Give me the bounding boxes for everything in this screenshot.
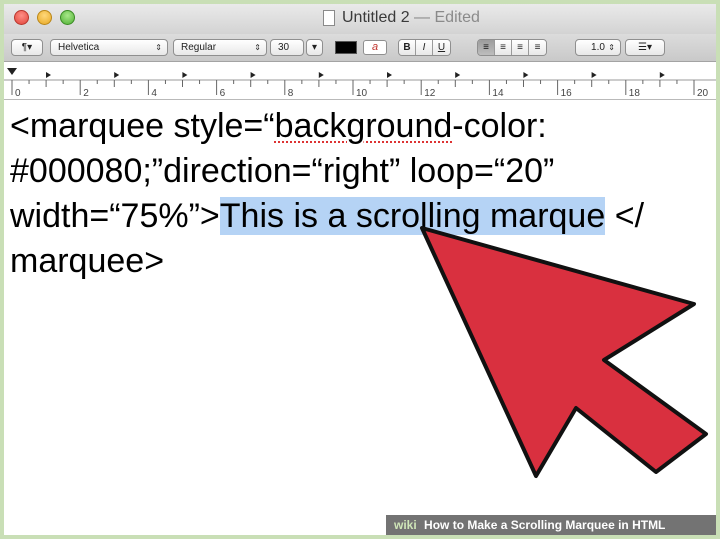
list-style-button[interactable]: ☰▾ [625,39,665,56]
ruler-label: 16 [561,88,573,99]
font-family-value: Helvetica [58,42,100,53]
text-run: <marquee style=“ [10,107,275,145]
ruler-label: 14 [492,88,504,99]
misspelled-word: background [274,107,453,145]
font-size-input[interactable]: 30 [270,39,304,56]
minimize-window-button[interactable] [37,10,52,25]
title-bar: Untitled 2 — Edited [4,4,716,34]
tab-stop-marker[interactable] [387,72,392,78]
alignment-group: ≡ ≡ ≡ ≡ [477,39,547,56]
ruler-label: 2 [83,88,89,99]
document-name: Untitled 2 [342,9,410,26]
font-size-dropdown-button[interactable]: ▾ [306,39,323,56]
align-center-icon[interactable]: ≡ [495,40,512,55]
font-size-value: 30 [278,42,290,53]
text-style-group: B I U [398,39,451,56]
tab-stop-marker[interactable] [455,72,461,78]
text-run: -color: [452,107,547,145]
ruler-label: 0 [15,88,21,99]
chevron-updown-icon: ⇕ [608,43,615,52]
text-line-1: <marquee style=“background-color: [10,104,710,149]
close-window-button[interactable] [14,10,29,25]
footer-watermark: wiki How to Make a Scrolling Marquee in … [386,515,716,535]
align-justify-icon[interactable]: ≡ [529,40,546,55]
text-line-2: #000080;”direction=“right” loop=“20” [10,152,555,190]
underline-button[interactable]: U [433,40,450,55]
document-icon [323,10,335,26]
footer-caption: How to Make a Scrolling Marquee in HTML [424,518,666,532]
line-spacing-select[interactable]: 1.0 ⇕ [575,39,621,56]
tab-stop-marker[interactable] [523,72,529,78]
tab-stop-marker[interactable] [318,72,324,78]
ruler-label: 4 [151,88,157,99]
text-run: width=“75%”> [10,197,220,235]
highlight-glyph: a [371,41,379,53]
ruler-label: 6 [220,88,226,99]
text-color-swatch[interactable] [335,41,357,54]
ruler-label: 20 [697,88,709,99]
font-style-value: Regular [181,42,217,53]
tab-stop-marker[interactable] [659,72,665,78]
ruler-label: 12 [424,88,436,99]
italic-button[interactable]: I [416,40,433,55]
ruler[interactable]: 0 2 4 6 8 10 12 14 16 18 20 [4,63,716,100]
text-line-3: width=“75%”>This is a scrolling marque <… [10,194,710,239]
line-spacing-value: 1.0 [591,42,605,53]
document-window: Untitled 2 — Edited ¶▾ Helvetica ⇕ Regul… [0,0,720,539]
zoom-window-button[interactable] [60,10,75,25]
chevron-down-icon: ▾ [311,42,318,53]
list-style-label: ☰▾ [638,42,652,53]
ruler-label: 10 [356,88,368,99]
tab-stop-marker[interactable] [114,72,120,78]
format-toolbar: ¶▾ Helvetica ⇕ Regular ⇕ 30 ▾ a B I U ≡ … [4,34,716,62]
tab-stop-marker[interactable] [46,72,51,78]
tab-stop-marker[interactable] [250,72,256,78]
chevron-updown-icon: ⇕ [254,43,261,52]
chevron-updown-icon: ⇕ [155,43,162,52]
ruler-scale: 0 2 4 6 8 10 12 14 16 18 20 [4,68,716,99]
ruler-label: 18 [629,88,641,99]
title-separator: — [414,9,431,26]
align-right-icon[interactable]: ≡ [512,40,529,55]
font-style-select[interactable]: Regular ⇕ [173,39,267,56]
paragraph-styles-button[interactable]: ¶▾ [11,39,43,56]
text-line-4: marquee> [10,242,165,280]
tab-stop-marker[interactable] [591,72,597,78]
font-family-select[interactable]: Helvetica ⇕ [50,39,168,56]
tab-stop-marker[interactable] [182,72,188,78]
document-text-area[interactable]: <marquee style=“background-color: #00008… [10,104,710,284]
highlight-color-swatch[interactable]: a [363,40,387,55]
bold-button[interactable]: B [399,40,416,55]
align-left-icon[interactable]: ≡ [478,40,495,55]
window-title: Untitled 2 — Edited [342,9,480,27]
selected-text: This is a scrolling marque [219,197,606,235]
ruler-label: 8 [288,88,294,99]
indent-marker[interactable] [7,68,17,75]
edited-status: Edited [434,9,480,26]
brand-logo: wiki [394,518,417,532]
paragraph-styles-label: ¶▾ [21,42,33,53]
text-run: </ [605,197,645,235]
